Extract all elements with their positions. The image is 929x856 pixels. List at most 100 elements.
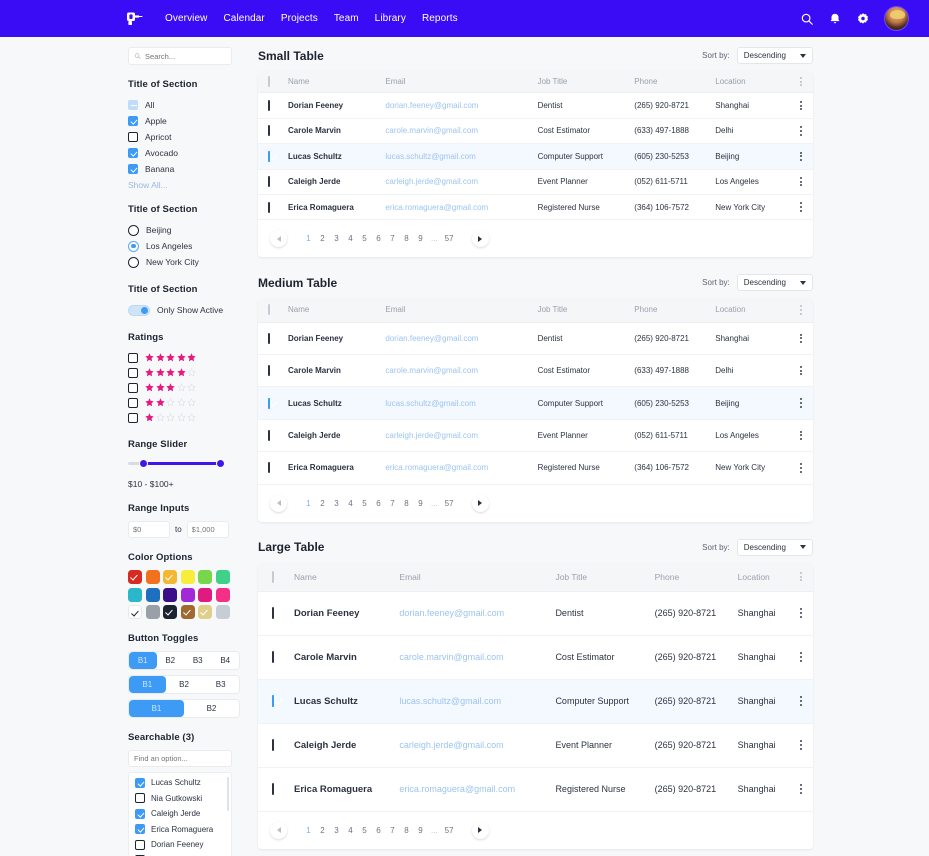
searchable-option-list[interactable]: Lucas Schultz Nia Gutkowski Caleigh Jerde E… [128,772,232,856]
color-swatch-purple[interactable] [180,587,195,602]
cell-email[interactable]: carleigh.jerde@gmail.com [399,723,556,768]
cell-email[interactable]: carole.marvin@gmail.com [399,635,556,680]
color-swatch-gold[interactable] [198,605,212,619]
row-checkbox[interactable] [268,429,270,441]
page-number-7[interactable]: 7 [389,234,396,243]
page-number-9[interactable]: 9 [417,499,424,508]
page-number-3[interactable]: 3 [333,499,340,508]
column-header-location[interactable]: Location [715,71,789,94]
table-row[interactable]: Carole Marvin carole.marvin@gmail.com Cost… [258,118,813,145]
page-number-9[interactable]: 9 [417,826,424,835]
page-number-1[interactable]: 1 [305,499,312,508]
cell-email[interactable]: erica.romaguera@gmail.com [385,194,538,221]
radio-new-york-city[interactable] [128,256,139,268]
cell-email[interactable]: lucas.schultz@gmail.com [385,386,538,420]
row-menu-icon[interactable] [789,740,813,750]
table-row[interactable]: Caleigh Jerde carleigh.jerde@gmail.com Eve… [258,419,813,453]
select-all-checkbox[interactable] [268,304,270,316]
column-header-job-title[interactable]: Job Title [537,71,635,94]
column-header-email[interactable]: Email [385,71,538,94]
page-number-3[interactable]: 3 [333,826,340,835]
row-checkbox[interactable] [268,397,270,409]
row-menu-icon[interactable] [789,177,813,187]
cell-email[interactable]: dorian.feeney@gmail.com [385,322,538,356]
toggle-button-b2[interactable]: B2 [184,700,239,717]
cell-email[interactable]: lucas.schultz@gmail.com [385,143,538,170]
toggle-only-show-active[interactable] [128,304,150,316]
sort-select[interactable]: Descending [736,47,813,64]
radio-option-beijing[interactable]: Beijing [128,222,240,238]
page-number-last[interactable]: 57 [445,234,454,243]
row-menu-icon[interactable] [789,430,813,441]
row-checkbox[interactable] [268,176,270,188]
searchable-checkbox[interactable] [135,839,145,850]
table-row[interactable]: Caleigh Jerde carleigh.jerde@gmail.com Eve… [258,723,813,768]
color-swatch-lime[interactable] [198,570,212,584]
rating-checkbox[interactable] [128,382,138,393]
toggle-button-b4[interactable]: B4 [212,652,240,669]
toggle-row-only-show-active[interactable]: Only Show Active [128,302,240,318]
nav-link-library[interactable]: Library [375,13,406,24]
row-menu-icon[interactable] [789,398,813,408]
table-row[interactable]: Lucas Schultz lucas.schultz@gmail.com Comp… [258,143,813,170]
table-row[interactable]: Lucas Schultz lucas.schultz@gmail.com Comp… [258,386,813,420]
color-swatch-blue[interactable] [145,587,160,602]
toggle-button-b2[interactable]: B2 [157,652,185,669]
table-row[interactable]: Dorian Feeney dorian.feeney@gmail.com Dent… [258,591,813,636]
color-swatch-black[interactable] [163,605,177,619]
row-menu-icon[interactable] [789,571,813,582]
page-number-7[interactable]: 7 [389,499,396,508]
row-menu-icon[interactable] [789,151,813,161]
slider-handle-min[interactable] [139,459,148,468]
row-checkbox[interactable] [268,365,270,377]
checkbox-option-banana[interactable]: Banana [128,161,240,177]
checkbox-option-apricot[interactable]: Apricot [128,129,240,145]
color-swatch-orange[interactable] [145,570,160,584]
column-header-email[interactable]: Email [399,562,556,592]
sort-select[interactable]: Descending [736,538,813,556]
select-all-checkbox[interactable] [272,570,274,583]
cell-email[interactable]: lucas.schultz@gmail.com [399,679,556,724]
checkbox-all[interactable] [128,100,138,110]
list-item[interactable]: Dorian Feeney [129,837,231,853]
show-all-link[interactable]: Show All... [128,180,240,190]
row-menu-icon[interactable] [789,100,813,111]
pagination-next[interactable] [471,821,489,839]
table-row[interactable]: Lucas Schultz lucas.schultz@gmail.com Comp… [258,679,813,724]
row-menu-icon[interactable] [789,77,813,87]
range-min-input[interactable] [133,525,165,534]
bell-icon[interactable] [828,12,842,26]
page-number-5[interactable]: 5 [361,499,368,508]
row-menu-icon[interactable] [789,126,813,136]
color-swatch-white[interactable] [128,605,142,619]
page-number-2[interactable]: 2 [319,826,326,835]
color-swatch-amber[interactable] [163,570,177,584]
row-checkbox[interactable] [268,332,270,344]
list-item[interactable]: Carole Marvin [129,853,231,856]
row-checkbox[interactable] [268,150,270,162]
row-menu-icon[interactable] [789,608,813,618]
rating-checkbox[interactable] [128,352,138,363]
row-checkbox[interactable] [268,462,270,474]
checkbox-apple[interactable] [128,116,138,126]
gear-icon[interactable] [856,12,870,26]
rating-checkbox[interactable] [128,412,138,423]
table-row[interactable]: Erica Romaguera erica.romaguera@gmail.com… [258,767,813,812]
column-header-job-title[interactable]: Job Title [537,298,635,323]
color-swatch-grey[interactable] [145,605,160,619]
checkbox-option-avocado[interactable]: Avocado [128,145,240,161]
pagination-prev[interactable] [270,821,287,839]
color-swatch-pink[interactable] [215,587,230,602]
row-checkbox[interactable] [272,695,274,707]
page-number-8[interactable]: 8 [403,234,410,243]
row-menu-icon[interactable] [789,305,813,315]
nav-link-calendar[interactable]: Calendar [223,13,264,24]
checkbox-apricot[interactable] [128,132,138,142]
rating-checkbox[interactable] [128,367,138,378]
searchable-input[interactable] [134,754,226,763]
table-row[interactable]: Caleigh Jerde carleigh.jerde@gmail.com Eve… [258,169,813,195]
column-header-location[interactable]: Location [737,562,789,592]
radio-option-los-angeles[interactable]: Los Angeles [128,238,240,254]
page-number-8[interactable]: 8 [403,499,410,508]
color-swatch-magenta[interactable] [198,587,212,602]
